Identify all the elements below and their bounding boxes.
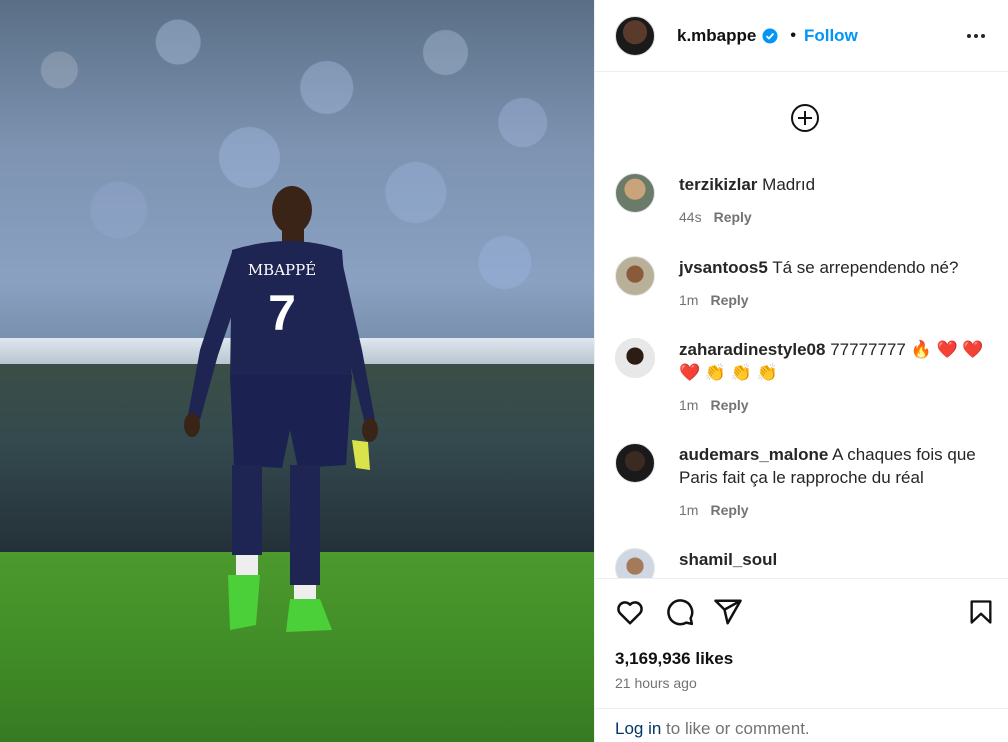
- comment-item: zaharadinestyle08 77777777 🔥 ❤️ ❤️ ❤️ 👏 …: [615, 338, 995, 417]
- comments-list[interactable]: terzikizlar Madrıd 44s Reply jvsantoos5 T…: [595, 73, 1008, 578]
- login-link[interactable]: Log in: [615, 719, 661, 738]
- comment-time: 1m: [679, 292, 699, 308]
- comment-text-continued: Paris fait ça le rapproche du réal: [679, 468, 924, 487]
- reply-button[interactable]: Reply: [710, 502, 748, 518]
- comment-icon[interactable]: [665, 597, 695, 627]
- comment-text: 77777777 🔥 ❤️ ❤️: [830, 340, 984, 359]
- post-header: k.mbappe • Follow: [595, 0, 1008, 72]
- comment-username[interactable]: shamil_soul: [679, 550, 777, 569]
- jersey-number: 7: [268, 285, 296, 341]
- comment-text-continued: ❤️ 👏 👏 👏: [679, 363, 778, 382]
- profile-avatar[interactable]: [615, 15, 655, 56]
- reply-button[interactable]: Reply: [714, 209, 752, 225]
- comment-item: jvsantoos5 Tá se arrependendo né? 1m Repl…: [615, 256, 995, 312]
- comment-username[interactable]: terzikizlar: [679, 175, 757, 194]
- bookmark-icon[interactable]: [967, 597, 995, 627]
- comment-item: audemars_malone A chaques fois que Paris…: [615, 443, 995, 522]
- comment-item: shamil_soul: [615, 548, 995, 578]
- more-icon[interactable]: [964, 24, 988, 48]
- comment-avatar[interactable]: [615, 256, 655, 296]
- post-actions: 3,169,936 likes 21 hours ago: [595, 578, 1008, 708]
- likes-count[interactable]: 3,169,936 likes: [615, 649, 733, 669]
- post-photo[interactable]: MBAPPÉ 7: [0, 0, 594, 742]
- heart-icon[interactable]: [615, 597, 645, 627]
- player-figure: MBAPPÉ 7: [184, 186, 378, 632]
- comment-text: A chaques fois que: [832, 445, 976, 464]
- separator-dot: •: [790, 26, 796, 44]
- comment-avatar[interactable]: [615, 548, 655, 578]
- reply-button[interactable]: Reply: [710, 292, 748, 308]
- share-icon[interactable]: [713, 597, 743, 627]
- comment-username[interactable]: audemars_malone: [679, 445, 828, 464]
- comment-avatar[interactable]: [615, 443, 655, 483]
- comment-text: Madrıd: [762, 175, 816, 194]
- post-timestamp[interactable]: 21 hours ago: [615, 675, 697, 691]
- login-prompt-text: to like or comment.: [661, 719, 810, 738]
- verified-icon: [762, 28, 778, 43]
- jersey-name: MBAPPÉ: [248, 261, 316, 279]
- comment-username[interactable]: jvsantoos5: [679, 258, 768, 277]
- comment-time: 1m: [679, 397, 699, 413]
- follow-button[interactable]: Follow: [804, 26, 858, 46]
- comment-time: 44s: [679, 209, 702, 225]
- post-username[interactable]: k.mbappe: [677, 26, 756, 46]
- post-side-panel: k.mbappe • Follow terzikizlar Madrıd 44s…: [594, 0, 1008, 742]
- comment-time: 1m: [679, 502, 699, 518]
- comment-username[interactable]: zaharadinestyle08: [679, 340, 825, 359]
- comment-text: Tá se arrependendo né?: [772, 258, 959, 277]
- comment-avatar[interactable]: [615, 338, 655, 378]
- reply-button[interactable]: Reply: [710, 397, 748, 413]
- comment-avatar[interactable]: [615, 173, 655, 213]
- login-footer: Log in to like or comment.: [595, 708, 1008, 742]
- comment-item: terzikizlar Madrıd 44s Reply: [615, 173, 995, 229]
- add-comment-icon[interactable]: [790, 103, 820, 133]
